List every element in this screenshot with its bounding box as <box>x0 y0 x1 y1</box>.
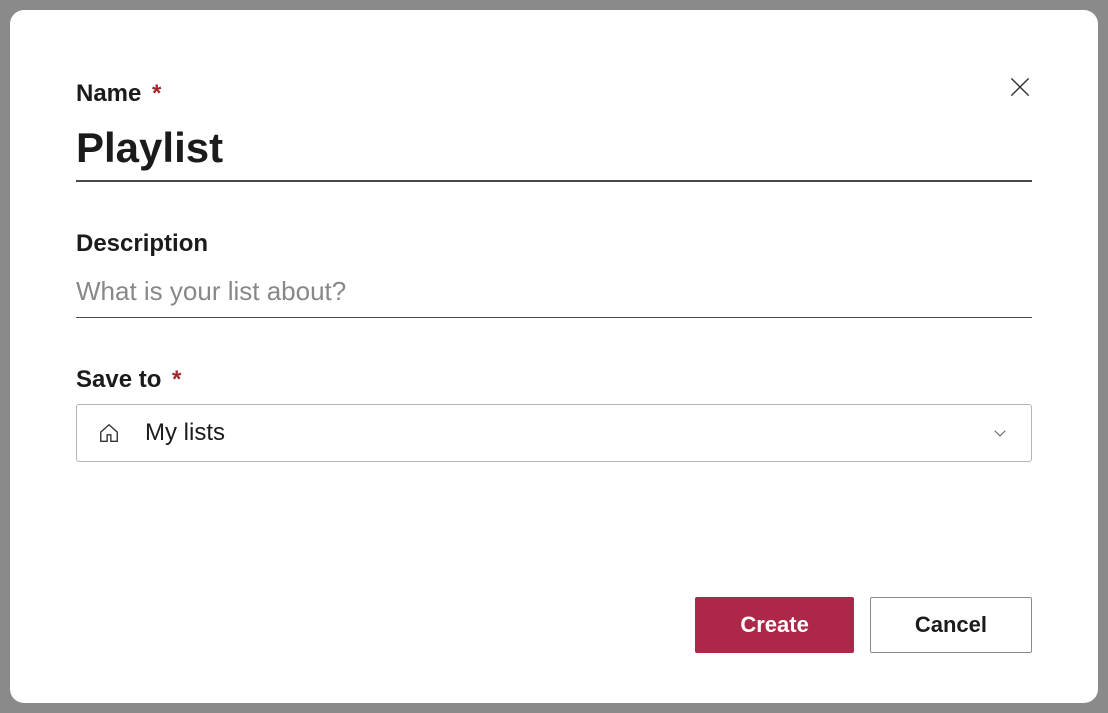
close-icon <box>1007 74 1033 103</box>
home-icon <box>97 421 121 445</box>
description-label: Description <box>76 230 1032 258</box>
create-list-dialog: Name * Description Save to * My lists Cr… <box>10 10 1098 703</box>
close-button[interactable] <box>1002 70 1038 106</box>
chevron-down-icon <box>989 422 1011 444</box>
save-to-field-group: Save to * My lists <box>76 366 1032 462</box>
save-to-label-text: Save to <box>76 366 161 393</box>
required-mark: * <box>172 366 181 393</box>
dialog-actions: Create Cancel <box>695 597 1032 653</box>
description-field-group: Description <box>76 230 1032 318</box>
required-mark: * <box>152 80 161 107</box>
save-to-label: Save to * <box>76 366 1032 394</box>
save-to-dropdown[interactable]: My lists <box>76 404 1032 462</box>
description-input[interactable] <box>76 268 1032 318</box>
name-label: Name * <box>76 80 1032 108</box>
name-field-group: Name * <box>76 80 1032 182</box>
name-input[interactable] <box>76 118 1032 182</box>
save-to-selected: My lists <box>145 419 989 447</box>
cancel-button[interactable]: Cancel <box>870 597 1032 653</box>
name-label-text: Name <box>76 80 141 107</box>
create-button[interactable]: Create <box>695 597 853 653</box>
